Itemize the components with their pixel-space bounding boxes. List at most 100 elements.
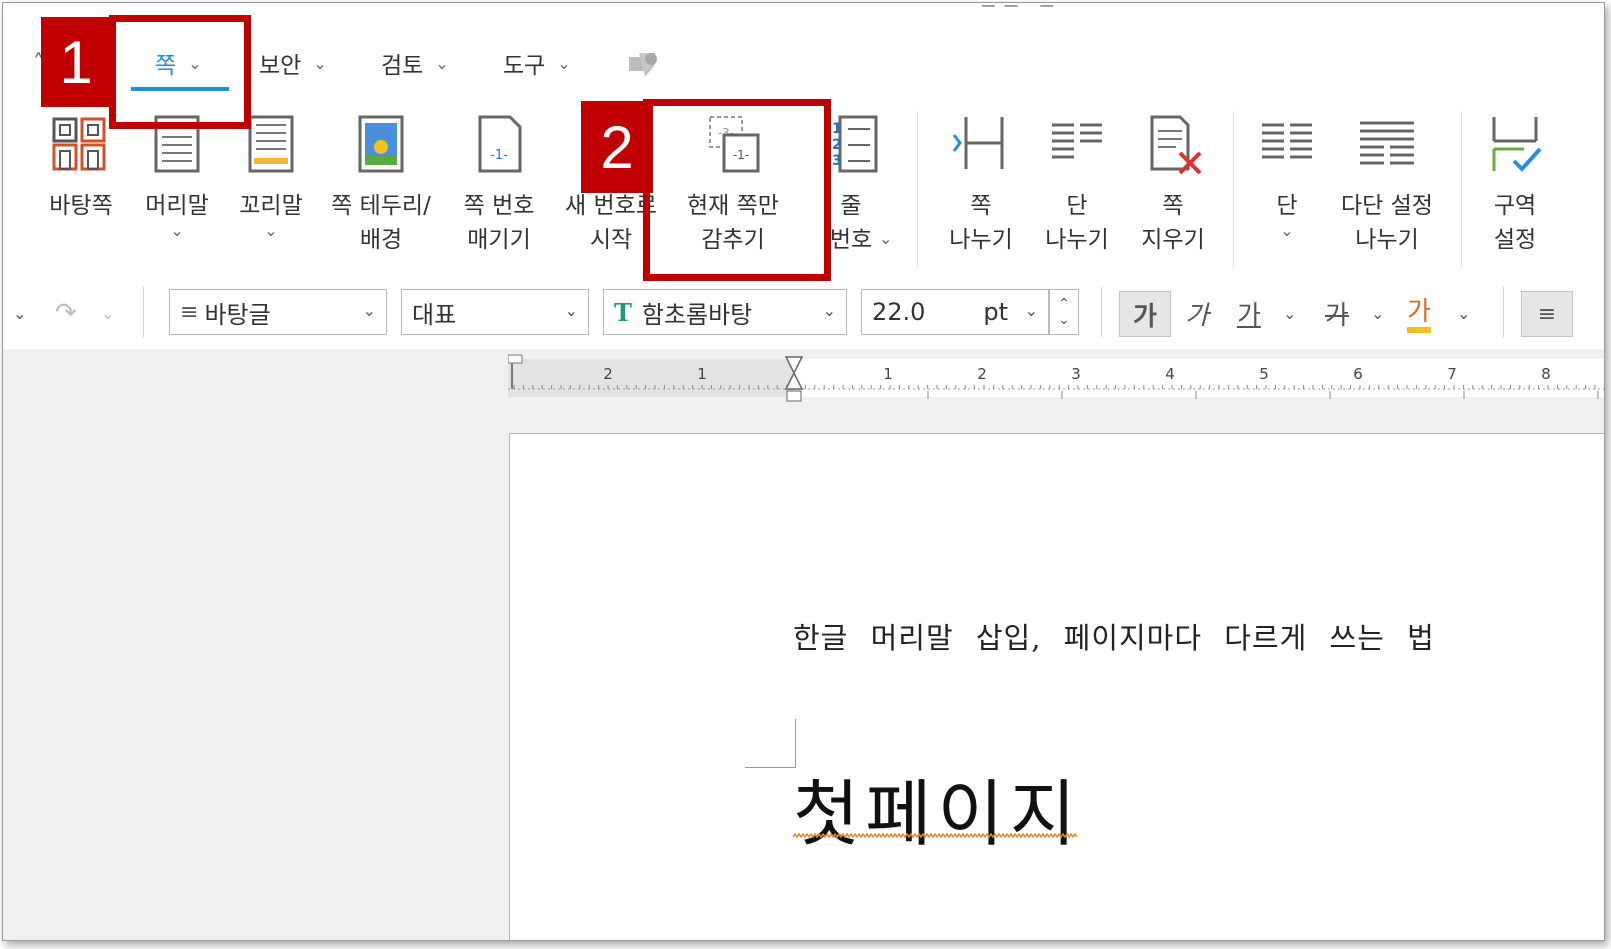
master-page-button[interactable]: 바탕쪽: [31, 113, 131, 223]
chevron-up-icon[interactable]: ⌃: [1058, 296, 1070, 312]
ribbon-label: 단: [1276, 193, 1298, 219]
share-icon[interactable]: [627, 47, 661, 81]
tab-security[interactable]: 보안 ⌄: [259, 43, 327, 83]
delete-page-button[interactable]: 쪽 지우기: [1123, 113, 1223, 257]
tab-label: 검토: [381, 53, 424, 79]
ruler-tick-label: 1: [883, 365, 893, 383]
chevron-down-icon: ⌄: [362, 301, 376, 320]
multi-column-break-button[interactable]: 다단 설정 나누기: [1337, 113, 1437, 257]
ruler-tick-label: 7: [1447, 365, 1457, 383]
ruler-tick-label: 2: [977, 365, 987, 383]
spellcheck-underline: [793, 833, 1077, 839]
delete-page-icon: [1150, 115, 1202, 175]
ribbon-label: 줄 번호: [829, 193, 873, 253]
redo-dropdown-icon[interactable]: ⌄: [101, 291, 114, 335]
chevron-down-icon: ⌄: [564, 301, 578, 320]
redo-icon[interactable]: ↷: [55, 291, 77, 335]
ribbon-label: 머리말: [145, 193, 209, 219]
section-settings-button[interactable]: 구역 설정: [1465, 113, 1565, 257]
font-select[interactable]: T 함초롬바탕 ⌄: [603, 289, 847, 335]
page-number-icon-text: -1-: [490, 148, 508, 163]
page-number-icon: -1-: [478, 115, 522, 173]
app-window: ㅡㅡ ㅡ ˄ 쪽 ⌄ 보안 ⌄ 검토 ⌄ 도구 ⌄ 바탕쪽 머리말 ⌄ 꼬리말 …: [2, 2, 1605, 941]
document-title-text[interactable]: 첫페이지: [793, 755, 1082, 860]
column-break-button[interactable]: 단 나누기: [1027, 113, 1127, 257]
truetype-font-icon: T: [614, 297, 632, 327]
undo-dropdown-icon[interactable]: ⌄: [13, 291, 26, 335]
ribbon-label: 단 나누기: [1045, 193, 1109, 253]
font-size-select[interactable]: 22.0 pt ⌄: [861, 289, 1049, 335]
chevron-down-icon: ⌄: [435, 53, 449, 73]
ribbon-label: 쪽 번호 매기기: [463, 193, 535, 253]
footer-button[interactable]: 꼬리말 ⌄: [221, 113, 321, 240]
italic-button[interactable]: 가: [1185, 291, 1209, 335]
page-border-button[interactable]: 쪽 테두리/ 배경: [331, 113, 431, 257]
ruler-tick-label: 5: [1259, 365, 1269, 383]
chevron-down-icon[interactable]: ⌄: [1457, 291, 1470, 335]
horizontal-ruler[interactable]: 2 1 1 2 3 4 5 6 7 8: [508, 353, 1605, 403]
chevron-down-icon[interactable]: ⌄: [879, 229, 892, 248]
page-border-icon: [358, 115, 404, 173]
ribbon-separator: [1461, 111, 1462, 267]
ruler-tick-label: 3: [1071, 365, 1081, 383]
font-value: 함초롬바탕: [641, 300, 753, 329]
font-size-value: 22.0: [872, 298, 926, 326]
ribbon-separator: [917, 111, 918, 267]
ruler-tick-label: 1: [697, 365, 707, 383]
chevron-down-icon: ⌄: [1024, 301, 1038, 320]
document-page[interactable]: [509, 433, 1604, 940]
style-select[interactable]: ≡ 바탕글 ⌄: [169, 289, 387, 335]
toolbar-separator: [1503, 287, 1504, 337]
ribbon-label: 쪽 테두리/ 배경: [331, 193, 431, 253]
annotation-box-1: [109, 15, 251, 129]
strikethrough-button[interactable]: 가: [1325, 291, 1349, 335]
chevron-down-icon[interactable]: ⌄: [264, 221, 277, 240]
ruler-tick-label: 2: [603, 365, 613, 383]
font-size-unit: pt: [983, 298, 1008, 326]
chevron-down-icon[interactable]: ⌄: [1280, 221, 1293, 240]
master-page-icon: [52, 117, 106, 171]
margin-corner-mark: [745, 719, 796, 768]
style-value: 바탕글: [204, 300, 271, 329]
chevron-down-icon: ⌄: [313, 53, 327, 73]
tab-review[interactable]: 검토 ⌄: [381, 43, 449, 83]
align-justify-icon[interactable]: ≡: [1521, 291, 1573, 337]
chevron-down-icon[interactable]: ⌄: [170, 221, 183, 240]
ribbon-label: 쪽 나누기: [949, 193, 1013, 253]
ruler-tick-label: 8: [1541, 365, 1551, 383]
title-fragment: ㅡㅡ ㅡ: [981, 2, 1063, 16]
paragraph-style-icon: ≡: [180, 299, 199, 325]
bold-button[interactable]: 가: [1119, 291, 1171, 337]
ribbon-separator: [1233, 111, 1234, 267]
columns-button[interactable]: 단 ⌄: [1237, 113, 1337, 240]
tab-tools[interactable]: 도구 ⌄: [503, 43, 571, 83]
language-select[interactable]: 대표 ⌄: [401, 289, 589, 335]
column-break-icon: [1052, 123, 1102, 159]
ribbon-label: 쪽 지우기: [1141, 193, 1205, 253]
underline-button[interactable]: 가: [1237, 291, 1261, 335]
toolbar-separator: [1101, 287, 1102, 337]
chevron-down-icon[interactable]: ⌄: [1283, 291, 1296, 335]
font-size-stepper[interactable]: ⌃ ⌄: [1049, 289, 1079, 335]
chevron-down-icon[interactable]: ⌄: [1371, 291, 1384, 335]
annotation-badge-2: 2: [581, 101, 653, 193]
columns-icon: [1262, 123, 1312, 159]
page-break-button[interactable]: 쪽 나누기: [931, 113, 1031, 257]
multi-column-break-icon: [1360, 121, 1414, 165]
ruler-tick-label: 6: [1353, 365, 1363, 383]
line-digit: 1: [832, 121, 842, 137]
ribbon-label: 다단 설정 나누기: [1341, 193, 1433, 253]
font-color-button[interactable]: 가: [1407, 291, 1431, 333]
annotation-badge-1: 1: [41, 17, 111, 107]
header-button[interactable]: 머리말 ⌄: [127, 113, 227, 240]
line-digit: 2: [832, 137, 842, 153]
chevron-down-icon[interactable]: ⌄: [1058, 312, 1070, 328]
document-header-text[interactable]: 한글 머리말 삽입, 페이지마다 다르게 쓰는 법: [793, 615, 1435, 657]
chevron-down-icon: ⌄: [557, 53, 571, 73]
ribbon-label: 바탕쪽: [49, 193, 113, 219]
toolbar-separator: [143, 287, 144, 337]
page-number-button[interactable]: -1- 쪽 번호 매기기: [449, 113, 549, 257]
format-toolbar: ⌄ ↷ ⌄ ≡ 바탕글 ⌄ 대표 ⌄ T 함초롬바탕 ⌄ 22.0 pt ⌄ ⌃…: [3, 277, 1604, 350]
ribbon-label: 구역 설정: [1493, 193, 1537, 253]
annotation-box-2: [643, 99, 831, 281]
